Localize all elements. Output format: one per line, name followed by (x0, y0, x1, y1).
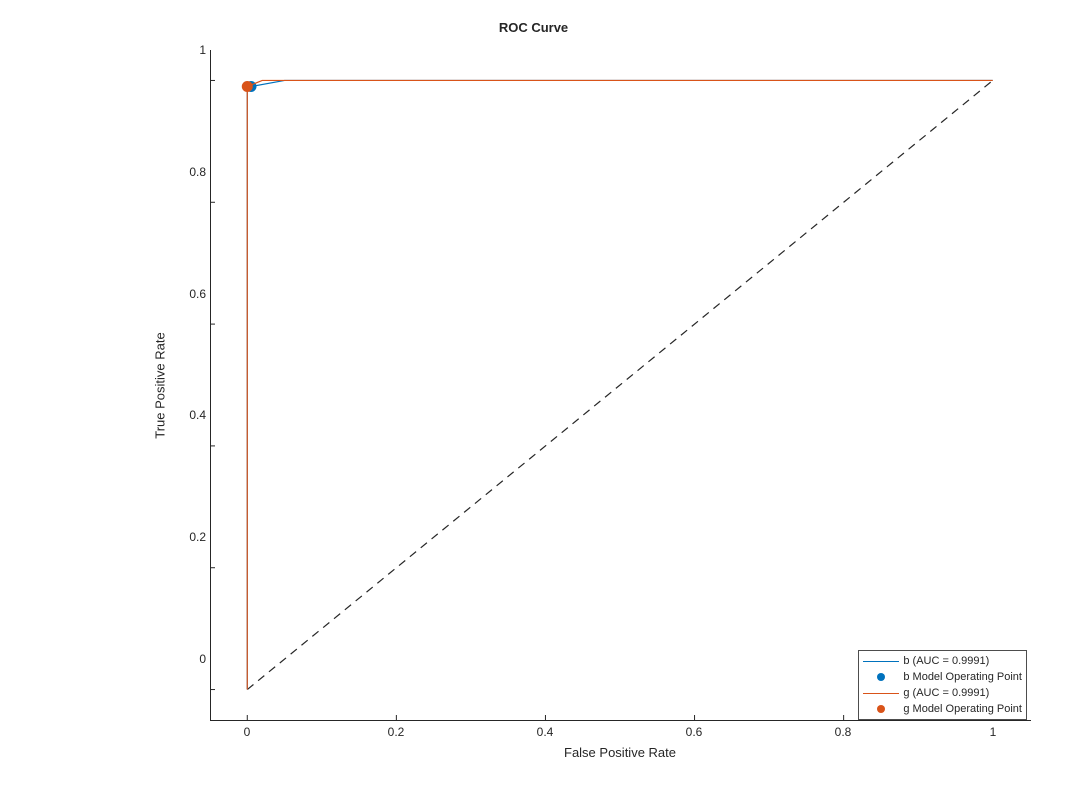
ytick-3: 0.6 (180, 287, 206, 301)
ytick-4: 0.8 (180, 165, 206, 179)
xtick-1: 0.2 (388, 725, 405, 739)
y-axis-label: True Positive Rate (150, 50, 170, 720)
legend-dot-icon (877, 673, 885, 681)
xtick-5: 1 (990, 725, 997, 739)
ytick-1: 0.2 (180, 530, 206, 544)
ytick-0: 0 (180, 652, 206, 666)
x-axis-label: False Positive Rate (210, 745, 1030, 760)
legend-dot-icon (877, 705, 885, 713)
legend: b (AUC = 0.9991) b Model Operating Point… (858, 650, 1027, 720)
roc-figure: ROC Curve 0 0.2 0.4 0.6 0.8 1 0 0.2 0.4 … (0, 0, 1067, 800)
legend-entry-g-marker: g Model Operating Point (863, 701, 1022, 717)
operating-point-g (242, 81, 253, 92)
legend-label: b Model Operating Point (903, 671, 1022, 683)
legend-entry-b-marker: b Model Operating Point (863, 669, 1022, 685)
legend-entry-b-line: b (AUC = 0.9991) (863, 653, 1022, 669)
xtick-2: 0.4 (537, 725, 554, 739)
ytick-2: 0.4 (180, 408, 206, 422)
legend-entry-g-line: g (AUC = 0.9991) (863, 685, 1022, 701)
legend-line-icon (863, 661, 899, 662)
plot-area (210, 50, 1030, 720)
legend-label: g Model Operating Point (903, 703, 1022, 715)
legend-label: g (AUC = 0.9991) (903, 687, 989, 699)
chart-title: ROC Curve (0, 20, 1067, 35)
reference-line (247, 80, 992, 689)
xtick-3: 0.6 (686, 725, 703, 739)
legend-label: b (AUC = 0.9991) (903, 655, 989, 667)
xtick-4: 0.8 (835, 725, 852, 739)
legend-line-icon (863, 693, 899, 694)
xtick-0: 0 (244, 725, 251, 739)
ytick-5: 1 (180, 43, 206, 57)
